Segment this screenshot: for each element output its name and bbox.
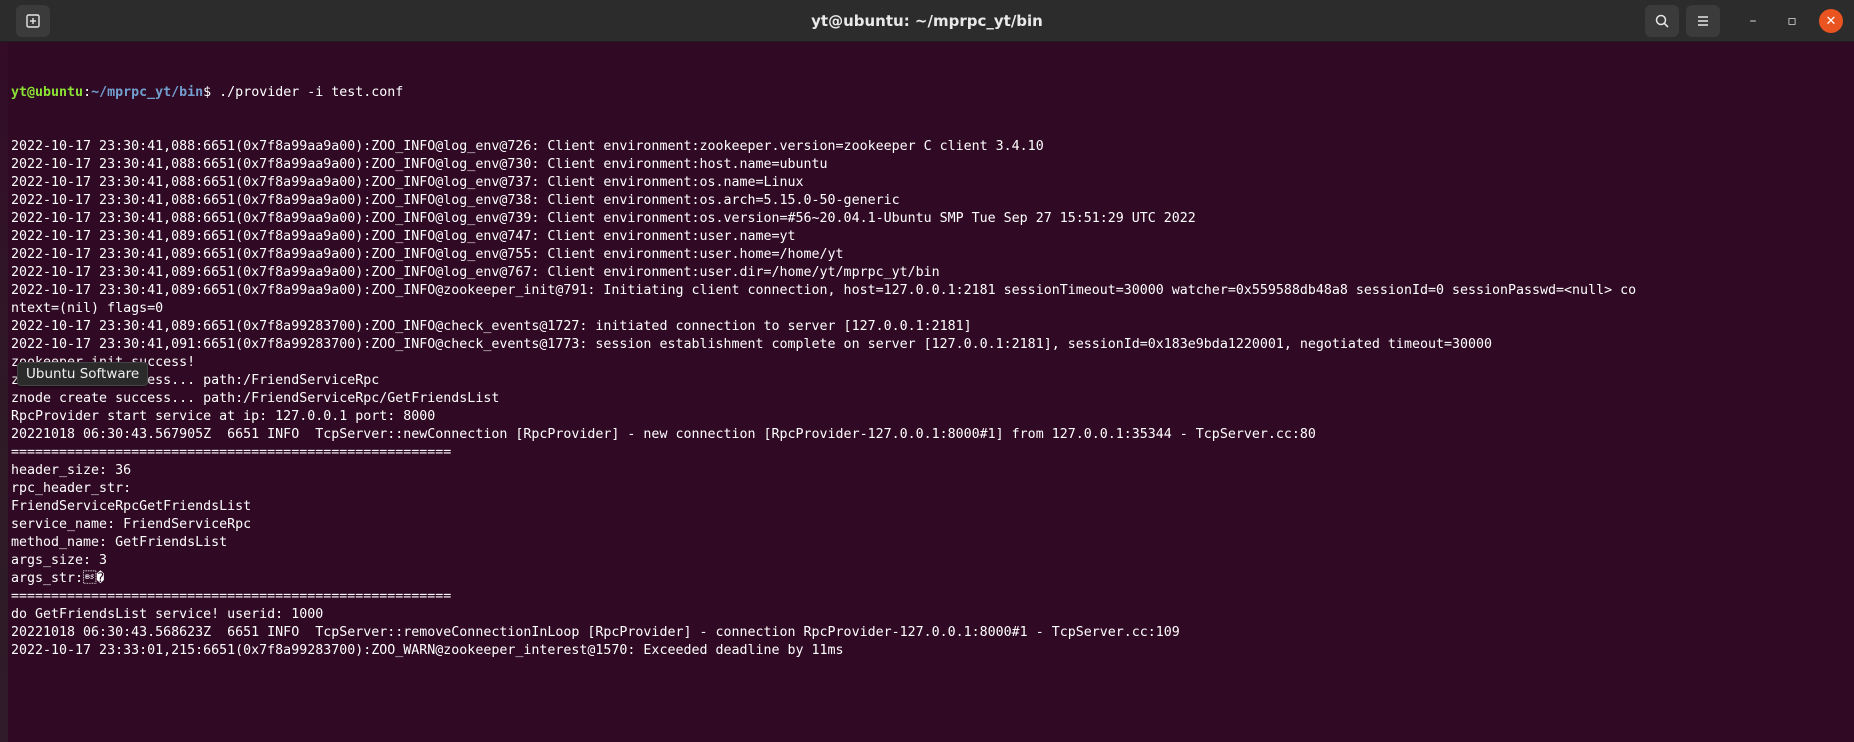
terminal-line: 2022-10-17 23:30:41,091:6651(0x7f8a99283… — [11, 337, 1492, 352]
prompt-path: ~/mprpc_yt/bin — [91, 85, 204, 100]
hamburger-menu-icon — [1698, 16, 1708, 26]
terminal-line: zookeeper_init success! — [11, 355, 196, 370]
terminal-line: ntext=(nil) flags=0 — [11, 301, 164, 316]
terminal-line: 20221018 06:30:43.568623Z 6651 INFO TcpS… — [11, 625, 1180, 640]
minimize-icon: – — [1749, 13, 1757, 29]
terminal-output[interactable]: yt@ubuntu:~/mprpc_yt/bin$ ./provider -i … — [0, 42, 1854, 742]
minimize-button[interactable]: – — [1741, 9, 1765, 33]
terminal-line: rpc_header_str: — [11, 481, 132, 496]
terminal-line: args_str:� — [11, 571, 105, 586]
terminal-line: ========================================… — [11, 589, 452, 604]
terminal-line: header_size: 36 — [11, 463, 132, 478]
terminal-line: 2022-10-17 23:30:41,089:6651(0x7f8a99aa9… — [11, 283, 1637, 298]
terminal-line: 2022-10-17 23:30:41,088:6651(0x7f8a99aa9… — [11, 139, 1044, 154]
maximize-icon: ▫ — [1787, 13, 1797, 29]
terminal-lines: yt@ubuntu:~/mprpc_yt/bin$ ./provider -i … — [11, 48, 1846, 696]
dock-tooltip: Ubuntu Software — [17, 362, 149, 386]
close-icon: ✕ — [1825, 13, 1837, 29]
terminal-line: znode create success... path:/FriendServ… — [11, 373, 380, 388]
terminal-line: 2022-10-17 23:30:41,089:6651(0x7f8a99aa9… — [11, 247, 844, 262]
menu-button[interactable] — [1686, 5, 1720, 37]
desktop-edge — [0, 42, 8, 742]
prompt-separator: : — [83, 85, 92, 100]
maximize-button[interactable]: ▫ — [1780, 9, 1804, 33]
search-icon — [1655, 14, 1669, 28]
terminal-line: 2022-10-17 23:30:41,088:6651(0x7f8a99aa9… — [11, 211, 1196, 226]
terminal-line: 2022-10-17 23:30:41,088:6651(0x7f8a99aa9… — [11, 175, 804, 190]
terminal-line: service_name: FriendServiceRpc — [11, 517, 252, 532]
terminal-line: method_name: GetFriendsList — [11, 535, 228, 550]
terminal-line: 2022-10-17 23:30:41,089:6651(0x7f8a99aa9… — [11, 265, 940, 280]
terminal-line: znode create success... path:/FriendServ… — [11, 391, 500, 406]
new-tab-icon — [26, 14, 40, 28]
output-lines: 2022-10-17 23:30:41,088:6651(0x7f8a99aa9… — [11, 138, 1846, 660]
window-title: yt@ubuntu: ~/mprpc_yt/bin — [811, 12, 1043, 30]
terminal-line: 2022-10-17 23:30:41,088:6651(0x7f8a99aa9… — [11, 193, 900, 208]
terminal-line: 2022-10-17 23:30:41,088:6651(0x7f8a99aa9… — [11, 157, 828, 172]
prompt-line: yt@ubuntu:~/mprpc_yt/bin$ ./provider -i … — [11, 84, 1846, 102]
prompt-symbol: $ — [203, 85, 220, 100]
prompt-command: ./provider -i test.conf — [219, 85, 404, 100]
terminal-line: FriendServiceRpcGetFriendsList — [11, 499, 252, 514]
search-button[interactable] — [1645, 5, 1679, 37]
title-bar: yt@ubuntu: ~/mprpc_yt/bin – ▫ ✕ — [0, 0, 1854, 42]
terminal-line: 2022-10-17 23:30:41,089:6651(0x7f8a99aa9… — [11, 229, 796, 244]
terminal-line: do GetFriendsList service! userid: 1000 — [11, 607, 324, 622]
terminal-line: 20221018 06:30:43.567905Z 6651 INFO TcpS… — [11, 427, 1316, 442]
terminal-line: 2022-10-17 23:33:01,215:6651(0x7f8a99283… — [11, 643, 844, 658]
terminal-line: 2022-10-17 23:30:41,089:6651(0x7f8a99283… — [11, 319, 972, 334]
terminal-line: ========================================… — [11, 445, 452, 460]
close-button[interactable]: ✕ — [1819, 9, 1843, 33]
terminal-line: RpcProvider start service at ip: 127.0.0… — [11, 409, 436, 424]
prompt-user-host: yt@ubuntu — [11, 85, 84, 100]
new-tab-button[interactable] — [16, 5, 50, 37]
terminal-line: args_size: 3 — [11, 553, 108, 568]
